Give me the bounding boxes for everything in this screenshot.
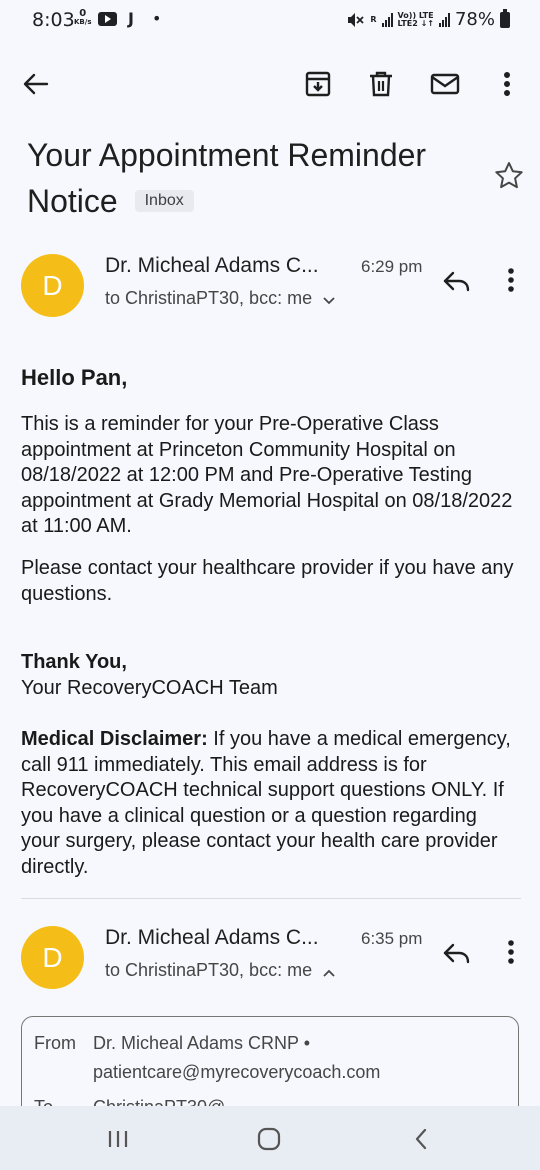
- net-speed-value: 0: [79, 8, 87, 19]
- signal-sim1-icon: [381, 12, 393, 27]
- sender-name: Dr. Micheal Adams C...: [105, 926, 319, 949]
- message-time: 6:29 pm: [361, 257, 423, 276]
- more-notifications-dot: •: [152, 9, 162, 28]
- subject-text: Your Appointment Reminder Notice: [27, 137, 427, 219]
- body-paragraph-2: Please contact your healthcare provider …: [21, 557, 514, 605]
- toolbar: [0, 62, 540, 106]
- message-header[interactable]: D Dr. Micheal Adams C... 6:35 pm to Chri…: [0, 926, 540, 1006]
- sign-off: Thank You,: [21, 651, 127, 673]
- status-time: 8:03: [32, 9, 75, 31]
- chevron-up-icon: [323, 961, 335, 982]
- disclaimer-label: Medical Disclaimer:: [21, 728, 208, 750]
- recipients-toggle[interactable]: to ChristinaPT30, bcc: me: [105, 288, 335, 310]
- back-arrow-icon[interactable]: [16, 62, 56, 106]
- delete-icon[interactable]: [361, 62, 401, 106]
- message-time: 6:35 pm: [361, 929, 423, 948]
- recipients-toggle[interactable]: to ChristinaPT30, bcc: me: [105, 960, 335, 982]
- net-speed-unit: KB/s: [74, 18, 92, 26]
- mail-icon[interactable]: [425, 62, 465, 106]
- greeting: Hello Pan,: [21, 365, 128, 390]
- avatar[interactable]: D: [21, 926, 84, 989]
- recipients-text: to ChristinaPT30, bcc: me: [105, 960, 313, 980]
- from-name: Dr. Micheal Adams CRNP •: [93, 1033, 311, 1053]
- archive-icon[interactable]: [298, 62, 338, 106]
- system-nav-bar: [0, 1106, 540, 1170]
- star-icon[interactable]: [493, 160, 525, 192]
- reply-icon[interactable]: [440, 936, 474, 970]
- email-subject: Your Appointment Reminder Notice Inbox: [27, 132, 457, 224]
- volte-bottom: LTE2 ↓↑: [397, 18, 434, 28]
- from-label: From: [34, 1033, 76, 1053]
- signature: Your RecoveryCOACH Team: [21, 677, 278, 699]
- signal-sim2-icon: [438, 12, 450, 27]
- recipients-text: to ChristinaPT30, bcc: me: [105, 288, 313, 308]
- home-icon[interactable]: [252, 1122, 286, 1156]
- message-header[interactable]: D Dr. Micheal Adams C... 6:29 pm to Chri…: [0, 254, 540, 334]
- net-speed-indicator: 0 KB/s: [74, 8, 92, 27]
- reply-icon[interactable]: [440, 264, 474, 298]
- inbox-label-chip[interactable]: Inbox: [134, 189, 194, 212]
- battery-icon: [500, 8, 510, 28]
- from-email[interactable]: patientcare@myrecoverycoach.com: [93, 1062, 380, 1083]
- status-bar: 8:03 0 KB/s J • R Vo)) LTE LTE2 ↓↑ 78%: [0, 0, 540, 40]
- sender-name: Dr. Micheal Adams C...: [105, 254, 319, 277]
- message-divider: [21, 898, 521, 899]
- back-icon[interactable]: [404, 1122, 438, 1156]
- sim1-indicator: R: [370, 14, 377, 24]
- recents-icon[interactable]: [101, 1122, 135, 1156]
- medical-disclaimer: Medical Disclaimer: If you have a medica…: [21, 727, 521, 880]
- app-notification-icon: J: [128, 9, 134, 28]
- message-more-icon[interactable]: [497, 934, 525, 974]
- status-right: R Vo)) LTE LTE2 ↓↑ 78%: [345, 8, 510, 30]
- battery-percent: 78%: [454, 9, 495, 30]
- avatar[interactable]: D: [21, 254, 84, 317]
- message-more-icon[interactable]: [497, 262, 525, 302]
- disclaimer-text: If you have a medical emergency, call 91…: [21, 728, 511, 878]
- volte-indicator: Vo)) LTE LTE2 ↓↑: [397, 11, 434, 28]
- chevron-down-icon: [323, 289, 335, 310]
- youtube-notification-icon: [98, 12, 117, 26]
- mute-vibrate-icon: [348, 12, 364, 27]
- more-vert-icon[interactable]: [487, 62, 527, 106]
- body-paragraph-1: This is a reminder for your Pre-Operativ…: [21, 413, 513, 537]
